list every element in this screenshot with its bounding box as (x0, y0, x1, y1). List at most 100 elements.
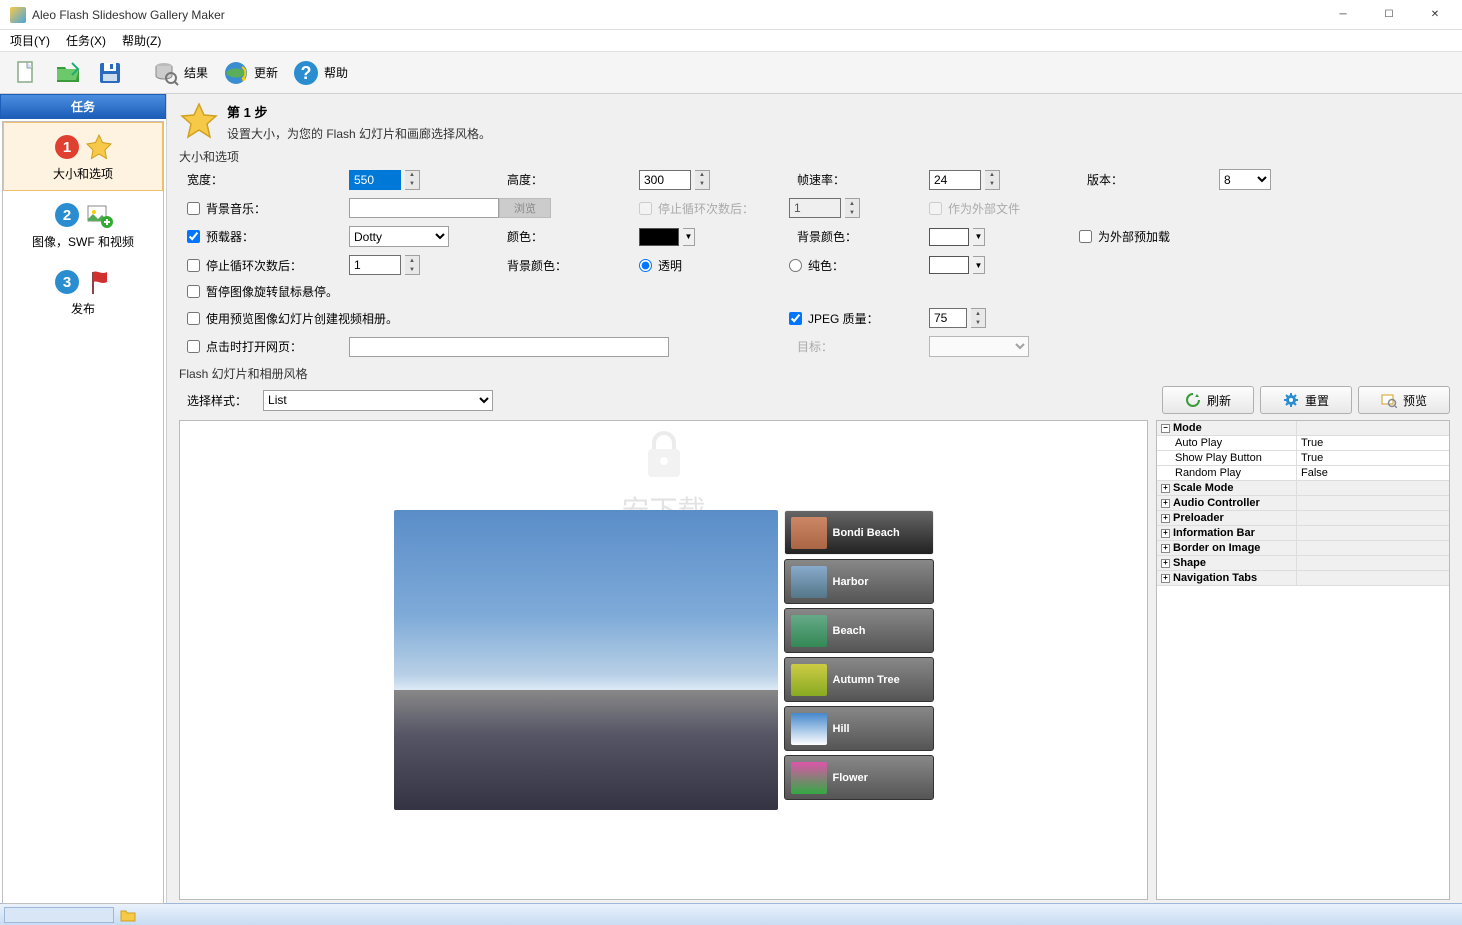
sidebar-item-label: 发布 (7, 300, 159, 317)
open-web-checkbox[interactable]: 点击时打开网页： (179, 338, 349, 355)
version-label: 版本： (1079, 171, 1219, 188)
menu-project[interactable]: 项目(Y) (2, 30, 58, 51)
width-spinner[interactable]: ▲▼ (405, 170, 420, 190)
solid-radio[interactable]: 纯色： (789, 257, 929, 274)
color-swatch[interactable] (639, 228, 679, 246)
fps-input[interactable] (929, 170, 981, 190)
menu-help[interactable]: 帮助(Z) (114, 30, 169, 51)
thumb-item[interactable]: Bondi Beach (784, 510, 934, 555)
update-button[interactable]: 更新 (216, 57, 284, 89)
jpeg-quality-checkbox[interactable]: JPEG 质量： (789, 310, 929, 327)
new-button[interactable] (6, 57, 46, 89)
bgmusic-input[interactable] (349, 198, 499, 218)
prop-category[interactable]: +Shape (1157, 556, 1449, 571)
transparent-radio[interactable]: 透明 (639, 257, 789, 274)
ext-preload-checkbox[interactable]: 为外部预加载 (1079, 228, 1219, 245)
prop-row[interactable]: Show Play ButtonTrue (1157, 451, 1449, 466)
menu-task[interactable]: 任务(X) (58, 30, 114, 51)
svg-text:3: 3 (63, 274, 71, 291)
style-section-title: Flash 幻灯片和相册风格 (179, 365, 1450, 382)
version-select[interactable]: 8 (1219, 169, 1271, 190)
svg-text:1: 1 (63, 139, 71, 156)
sidebar-item-media[interactable]: 2 图像，SWF 和视频 (3, 191, 163, 258)
status-segment (4, 907, 114, 923)
main-preview-image (394, 510, 778, 810)
stoploop2-checkbox[interactable]: 停止循环次数后： (179, 257, 349, 274)
maximize-button[interactable]: ☐ (1366, 0, 1412, 30)
prop-category[interactable]: +Border on Image (1157, 541, 1449, 556)
thumbnail-list: Bondi Beach Harbor Beach Autumn Tree Hil… (784, 510, 934, 810)
height-label: 高度： (499, 171, 639, 188)
open-button[interactable] (48, 57, 88, 89)
preview-pane: 安下载 anxz.com Bondi Beach Harbor Beach Au… (179, 420, 1148, 900)
stoploop2-input[interactable] (349, 255, 401, 275)
pause-hover-checkbox[interactable]: 暂停图像旋转鼠标悬停。 (179, 283, 789, 300)
step-1-icon: 1 (53, 133, 81, 161)
save-button[interactable] (90, 57, 130, 89)
database-search-icon (152, 59, 180, 87)
save-disk-icon (96, 59, 124, 87)
fps-spinner[interactable]: ▲▼ (985, 170, 1000, 190)
open-folder-icon (54, 59, 82, 87)
prop-category[interactable]: +Scale Mode (1157, 481, 1449, 496)
flash-preview: Bondi Beach Harbor Beach Autumn Tree Hil… (394, 510, 934, 810)
width-input[interactable] (349, 170, 401, 190)
bgcolor-label: 背景颜色： (789, 228, 929, 245)
use-preview-checkbox[interactable]: 使用预览图像幻灯片创建视频相册。 (179, 310, 789, 327)
external-file-checkbox[interactable]: 作为外部文件 (929, 200, 1079, 217)
update-label: 更新 (254, 64, 278, 81)
reset-button[interactable]: 重置 (1260, 386, 1352, 414)
window-title: Aleo Flash Slideshow Gallery Maker (32, 8, 1320, 22)
prop-row[interactable]: Random PlayFalse (1157, 466, 1449, 481)
prop-category[interactable]: +Information Bar (1157, 526, 1449, 541)
sidebar-item-size-options[interactable]: 1 大小和选项 (3, 122, 163, 191)
open-web-input[interactable] (349, 337, 669, 357)
width-label: 宽度： (179, 171, 349, 188)
target-label: 目标： (789, 338, 929, 355)
refresh-button[interactable]: 刷新 (1162, 386, 1254, 414)
bgcolor2-label: 背景颜色： (499, 257, 639, 274)
style-select[interactable]: List (263, 390, 493, 411)
prop-category-mode[interactable]: −Mode (1157, 421, 1449, 436)
stoploop-checkbox[interactable]: 停止循环次数后： (639, 200, 789, 217)
bgcolor-swatch[interactable] (929, 228, 969, 246)
thumb-item[interactable]: Hill (784, 706, 934, 751)
preview-button[interactable]: 预览 (1358, 386, 1450, 414)
step-3-icon: 3 (53, 268, 81, 296)
bgcolor-dropdown[interactable]: ▼ (973, 228, 985, 246)
height-spinner[interactable]: ▲▼ (695, 170, 710, 190)
jpeg-quality-input[interactable] (929, 308, 967, 328)
minimize-button[interactable]: ─ (1320, 0, 1366, 30)
flag-icon (85, 268, 113, 296)
close-button[interactable]: ✕ (1412, 0, 1458, 30)
thumb-item[interactable]: Autumn Tree (784, 657, 934, 702)
fps-label: 帧速率： (789, 171, 929, 188)
result-button[interactable]: 结果 (146, 57, 214, 89)
thumb-item[interactable]: Flower (784, 755, 934, 800)
toolbar: 结果 更新 ? 帮助 (0, 52, 1462, 94)
color-dropdown[interactable]: ▼ (683, 228, 695, 246)
thumb-item[interactable]: Beach (784, 608, 934, 653)
solid-color-swatch[interactable] (929, 256, 969, 274)
star-icon (85, 133, 113, 161)
prop-category[interactable]: +Preloader (1157, 511, 1449, 526)
browse-button: 浏览 (499, 198, 551, 218)
property-grid: −Mode Auto PlayTrue Show Play ButtonTrue… (1156, 420, 1450, 900)
sidebar-item-label: 图像，SWF 和视频 (7, 233, 159, 250)
target-select (929, 336, 1029, 357)
thumb-item[interactable]: Harbor (784, 559, 934, 604)
preloader-checkbox[interactable]: 预载器： (179, 228, 349, 245)
height-input[interactable] (639, 170, 691, 190)
prop-row[interactable]: Auto PlayTrue (1157, 436, 1449, 451)
help-button[interactable]: ? 帮助 (286, 57, 354, 89)
svg-text:2: 2 (63, 207, 71, 224)
folder-icon[interactable] (120, 907, 136, 923)
prop-category[interactable]: +Audio Controller (1157, 496, 1449, 511)
prop-category[interactable]: +Navigation Tabs (1157, 571, 1449, 586)
preloader-select[interactable]: Dotty (349, 226, 449, 247)
bgmusic-checkbox[interactable]: 背景音乐： (179, 200, 349, 217)
sidebar-item-publish[interactable]: 3 发布 (3, 258, 163, 325)
help-label: 帮助 (324, 64, 348, 81)
titlebar: Aleo Flash Slideshow Gallery Maker ─ ☐ ✕ (0, 0, 1462, 30)
magnify-icon (1381, 392, 1397, 408)
